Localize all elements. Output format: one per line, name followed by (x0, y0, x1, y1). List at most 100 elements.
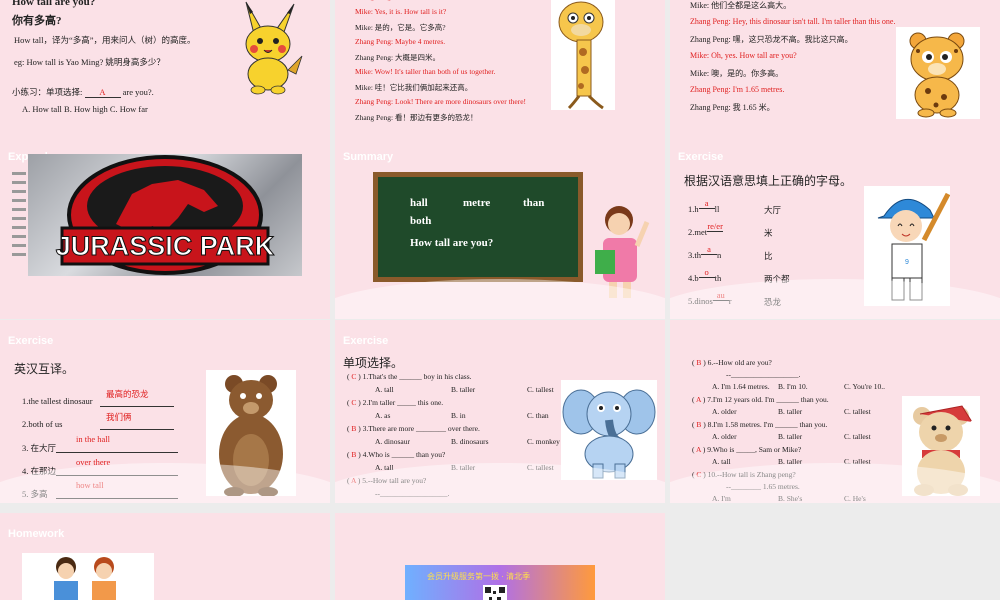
slide-6[interactable]: Exercise 根据汉语意思填上正确的字母。 1.hall 大厅 2.metre/… (670, 136, 1000, 319)
option-text: B. taller (778, 407, 803, 416)
slide-header: Homework (8, 528, 65, 540)
option-text: C. He's (844, 494, 866, 503)
choice-answer: A (695, 445, 701, 454)
option-text: A. tall (375, 385, 394, 394)
word-suffix: n (717, 250, 722, 260)
translate-answer: how tall (76, 480, 104, 490)
word-suffix: r (728, 296, 732, 306)
option-text: C. tallest (844, 432, 871, 441)
question-text: 1.That's the ______ boy in his class. (362, 372, 472, 381)
option-text: B. taller (451, 463, 476, 472)
word-both: both (410, 215, 432, 227)
answer-line (100, 406, 174, 407)
letter-answer: a (698, 198, 715, 209)
choice-answer: B (351, 450, 357, 459)
fill-letter-row: 5.dinosaur (688, 290, 732, 307)
translate-question: 4. 在那边 (22, 466, 57, 476)
choice-answer: C (351, 398, 357, 407)
slide-5[interactable]: Summary hall metre than both How tall ar… (335, 136, 665, 319)
word-prefix: 4.b (688, 273, 699, 283)
answer-line (56, 475, 178, 476)
logo-text: JURASSIC PARK (56, 231, 275, 261)
practice-options: A. How tall B. How high C. How far (22, 104, 148, 114)
slide-4[interactable]: Expand JURASSIC PARK (0, 136, 330, 319)
slide-10[interactable]: Homework (0, 513, 330, 600)
option-text: A. tall (375, 463, 394, 472)
answer-line (56, 452, 178, 453)
word-prefix: 5.dinos (688, 296, 713, 306)
question-row: ( B ) 4.Who is ______ than you? (347, 450, 445, 459)
option-text: B. She's (778, 494, 803, 503)
question-row: ( B ) 3.There are more ________ over the… (347, 424, 480, 433)
practice-question: 小练习：单项选择: A are you?. (12, 86, 154, 98)
promo-banner-text: 会员升级服务第一拨 · 清北季 (427, 572, 531, 581)
option-text: C. You're 10.. (844, 382, 885, 391)
pikachu-illustration (245, 1, 303, 95)
word-suffix: ll (714, 204, 720, 214)
slide-9[interactable]: ( B ) 6.--How old are you? --____________… (670, 320, 1000, 503)
promo-banner[interactable]: 会员升级服务第一拨 · 清北季 (405, 565, 595, 600)
jersey-number: 9 (905, 259, 909, 266)
letter-answer: re/er (707, 221, 724, 232)
chinese-meaning: 大厅 (764, 205, 782, 215)
jurassic-park-logo: JURASSIC PARK (28, 154, 302, 276)
giraffe-frame (551, 0, 615, 110)
option-text: C. tallest (844, 407, 871, 416)
chalkboard-frame: hall metre than both How tall are you? (373, 172, 583, 282)
question-text: 4.Who is ______ than you? (362, 450, 446, 459)
answer-bracket: ( B ) (347, 424, 363, 433)
fill-letter-row: 3.than (688, 244, 722, 261)
instruction: 英汉互译。 (14, 362, 75, 376)
question-text: 10.--How tall is Zhang peng? (707, 470, 796, 479)
question-row: ( C ) 1.That's the ______ boy in his cla… (347, 372, 471, 381)
example-text: eg: How tall is Yao Ming? 姚明身高多少？ (14, 57, 165, 67)
question-row: ( C ) 2.I'm taller _____ this one. (347, 398, 443, 407)
leopard-illustration (909, 32, 965, 118)
option-text: A. dinosaur (375, 437, 410, 446)
question-row: ( A ) 5.--How tall are you? (347, 476, 426, 485)
instruction: 根据汉语意思填上正确的字母。 (684, 174, 853, 188)
chalkboard: hall metre than both How tall are you? (378, 177, 578, 277)
slide-7[interactable]: Exercise 英汉互译。 1.the tallest dinosaur 最高的… (0, 320, 330, 503)
translate-answer: 最高的恐龙 (106, 389, 149, 399)
option-text: B. taller (451, 385, 476, 394)
dialogue-line: Zhang Peng: Hey, this dinosaur isn't tal… (690, 17, 896, 26)
option-text: B. I'm 10. (451, 502, 481, 503)
option-text: C. tallest (527, 385, 554, 394)
dialogue-line: Mike: Oh, yes. How tall are you? (690, 51, 797, 60)
giraffe-illustration (558, 1, 604, 110)
fill-letter-row: 4.both (688, 267, 721, 284)
slide-header: Summary (343, 151, 394, 163)
option-text: B. taller (778, 457, 803, 466)
choice-answer: C (696, 470, 702, 479)
answer-bracket: ( B ) (692, 420, 708, 429)
chinese-meaning: 米 (764, 228, 773, 238)
translate-answer: over there (76, 457, 111, 467)
answer-bracket: ( A ) (347, 476, 363, 485)
letter-answer: o (698, 267, 715, 278)
word-than: than (523, 197, 545, 209)
baseball-boy-illustration: 9 (877, 192, 951, 301)
practice-suffix: are you?. (122, 87, 154, 97)
leopard-frame (896, 27, 980, 119)
question-text: 8.I'm 1.58 metres. I'm ______ than you. (707, 420, 828, 429)
slide-11[interactable]: 会员升级服务第一拨 · 清北季 (335, 513, 665, 600)
fill-letter-row: 2.metre/er (688, 221, 724, 238)
option-text: B. in (451, 411, 466, 420)
practice-answer: A (84, 87, 121, 98)
slide-header: Exercise (343, 335, 389, 347)
dialogue-line: Mike: 噢，是的。你多高。 (690, 69, 784, 78)
dialogue-line: Mike: 是的，它是。它多高? (355, 23, 446, 32)
slide-header: Exercise (678, 151, 724, 163)
translate-answer: 我们俩 (106, 412, 132, 422)
chinese-meaning: 两个都 (764, 274, 790, 284)
practice-prefix: 小练习：单项选择: (12, 87, 83, 97)
dialogue-line: Zhang Peng: Look! There are more dinosau… (355, 97, 527, 106)
question-text: 7.I'm 12 years old. I'm ______ than you. (707, 395, 829, 404)
question-row: ( B ) 8.I'm 1.58 metres. I'm ______ than… (692, 420, 827, 429)
slide-8[interactable]: Exercise 单项选择。 ( C ) 1.That's the ______… (335, 320, 665, 503)
dialogue-line: Zhang Peng: ... (355, 0, 401, 1)
word-prefix: 2.met (688, 227, 708, 237)
choice-answer: B (696, 358, 702, 367)
translate-question: 3. 在大厅 (22, 443, 57, 453)
